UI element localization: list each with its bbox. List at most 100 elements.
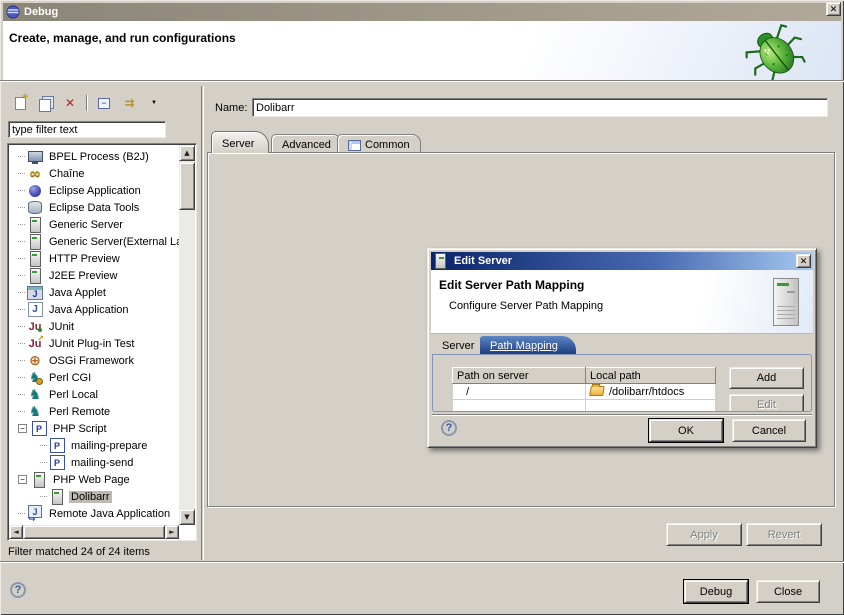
dialog-header: Edit Server Path Mapping Configure Serve…	[431, 270, 813, 334]
tree-item[interactable]: JUnit Plug-in Test	[9, 335, 179, 352]
tab-server[interactable]: Server	[211, 131, 269, 153]
path-on-server-cell[interactable]: /	[453, 384, 586, 400]
column-path-on-server[interactable]: Path on server	[453, 368, 586, 384]
dialog-close-button[interactable]: ✕	[796, 254, 811, 268]
tab-common[interactable]: Common	[337, 134, 421, 153]
mapping-row[interactable]: //dolibarr/htdocs	[453, 384, 716, 400]
tab-advanced[interactable]: Advanced	[271, 134, 342, 153]
tree-item[interactable]: HTTP Preview	[9, 250, 179, 267]
cancel-button[interactable]: Cancel	[732, 419, 806, 442]
apply-button[interactable]: Apply	[666, 523, 742, 546]
filter-launch-icon[interactable]: ⇉	[120, 94, 138, 112]
tree-item[interactable]: OSGi Framework	[9, 352, 179, 369]
scroll-up-icon[interactable]: ▲	[179, 145, 195, 161]
tree-item[interactable]: JUnit	[9, 318, 179, 335]
column-local-path[interactable]: Local path	[586, 368, 716, 384]
tree-vertical-scrollbar[interactable]: ▲ ▼	[179, 145, 195, 525]
ok-button[interactable]: OK	[649, 419, 723, 442]
server-tower-icon	[773, 278, 799, 326]
vertical-scroll-thumb[interactable]	[179, 162, 195, 210]
tree-connector	[18, 190, 25, 191]
tree-connector	[40, 462, 47, 463]
scroll-left-icon[interactable]: ◄	[9, 525, 23, 539]
debug-button[interactable]: Debug	[684, 580, 748, 603]
tree-item-label: Generic Server(External La	[47, 236, 179, 248]
config-tree: BPEL Process (B2J) Chaîne Eclipse Applicat…	[9, 148, 179, 525]
tree-item[interactable]: Generic Server	[9, 216, 179, 233]
junit-icon	[27, 319, 43, 335]
remote-java-icon	[27, 506, 43, 522]
tree-item[interactable]: mailing-send	[9, 454, 179, 471]
perl-icon	[27, 387, 43, 403]
dialog-tab-path-mapping[interactable]: Path Mapping	[480, 336, 576, 354]
tree-horizontal-scrollbar[interactable]: ◄ ►	[9, 525, 179, 539]
php-icon	[31, 421, 47, 437]
tree-item[interactable]: Generic Server(External La	[9, 233, 179, 250]
tree-item[interactable]: BPEL Process (B2J)	[9, 148, 179, 165]
server-icon	[27, 251, 43, 267]
debug-window: Debug ✕ Create, manage, and run configur…	[0, 0, 844, 615]
dialog-separator	[432, 414, 812, 416]
tree-item[interactable]: J2EE Preview	[9, 267, 179, 284]
dialog-title: Edit Server	[454, 255, 512, 267]
tree-item[interactable]: Dolibarr	[9, 488, 179, 505]
server-icon	[31, 472, 47, 488]
close-button[interactable]: Close	[756, 580, 820, 603]
tree-item[interactable]: − PHP Script	[9, 420, 179, 437]
tree-item[interactable]: Java Applet	[9, 284, 179, 301]
scroll-down-icon[interactable]: ▼	[179, 509, 195, 525]
path-mapping-table[interactable]: Path on server Local path //dolibarr/htd…	[452, 367, 716, 412]
tree-item[interactable]: Chaîne	[9, 165, 179, 182]
content-footer-separator	[0, 561, 844, 563]
tree-item[interactable]: Eclipse Data Tools	[9, 199, 179, 216]
tree-item[interactable]: −PHP Web Page	[9, 471, 179, 488]
tree-item-label: HTTP Preview	[47, 253, 122, 265]
tree-connector	[18, 377, 25, 378]
tree-item[interactable]: mailing-prepare	[9, 437, 179, 454]
window-close-button[interactable]: ✕	[826, 2, 841, 16]
tree-item-label: Eclipse Application	[47, 185, 143, 197]
add-mapping-button[interactable]: Add	[729, 367, 804, 389]
name-input[interactable]	[252, 98, 828, 117]
tree-item[interactable]: Perl CGI	[9, 369, 179, 386]
server-icon	[49, 489, 65, 505]
new-configuration-icon[interactable]	[11, 94, 29, 112]
tree-connector	[18, 309, 25, 310]
tree-connector	[18, 156, 25, 157]
duplicate-configuration-icon[interactable]	[36, 94, 54, 112]
toolbar-menu-caret-icon[interactable]: ▼	[145, 94, 163, 112]
tree-item[interactable]: Eclipse Application	[9, 182, 179, 199]
page-title: Create, manage, and run configurations	[9, 31, 236, 45]
collapse-all-icon[interactable]: −	[95, 94, 113, 112]
dialog-tab-server[interactable]: Server	[434, 336, 482, 354]
tree-item-label: PHP Script	[51, 423, 109, 435]
tree-item[interactable]: Remote Java Application	[9, 505, 179, 522]
window-titlebar[interactable]: Debug	[3, 3, 841, 21]
mapping-row-empty[interactable]	[453, 400, 716, 413]
table-icon	[348, 140, 361, 151]
tree-connector	[18, 360, 25, 361]
tree-item[interactable]: Java Application	[9, 301, 179, 318]
dialog-titlebar[interactable]: Edit Server	[431, 252, 813, 270]
tree-item-label: Eclipse Data Tools	[47, 202, 141, 214]
local-path-cell[interactable]: /dolibarr/htdocs	[586, 384, 716, 400]
edit-mapping-button[interactable]: Edit	[729, 394, 804, 412]
tree-item[interactable]: Perl Remote	[9, 403, 179, 420]
delete-configuration-icon[interactable]: ✕	[61, 94, 79, 112]
tree-expander-icon[interactable]: −	[18, 475, 27, 484]
horizontal-scroll-thumb[interactable]	[23, 525, 165, 539]
dialog-help-icon[interactable]: ?	[441, 420, 457, 436]
tree-item[interactable]: Perl Local	[9, 386, 179, 403]
perl-cgi-icon	[27, 370, 43, 386]
tree-connector	[18, 411, 25, 412]
tree-connector	[18, 275, 25, 276]
help-icon[interactable]: ?	[10, 582, 26, 598]
scroll-right-icon[interactable]: ►	[165, 525, 179, 539]
filter-input[interactable]	[8, 121, 166, 138]
tree-item-label: BPEL Process (B2J)	[47, 151, 151, 163]
revert-button[interactable]: Revert	[746, 523, 822, 546]
tree-connector	[40, 445, 47, 446]
tree-item-label: Perl Local	[47, 389, 100, 401]
tree-expander-icon[interactable]: −	[18, 424, 27, 433]
panel-sash[interactable]	[201, 86, 204, 560]
